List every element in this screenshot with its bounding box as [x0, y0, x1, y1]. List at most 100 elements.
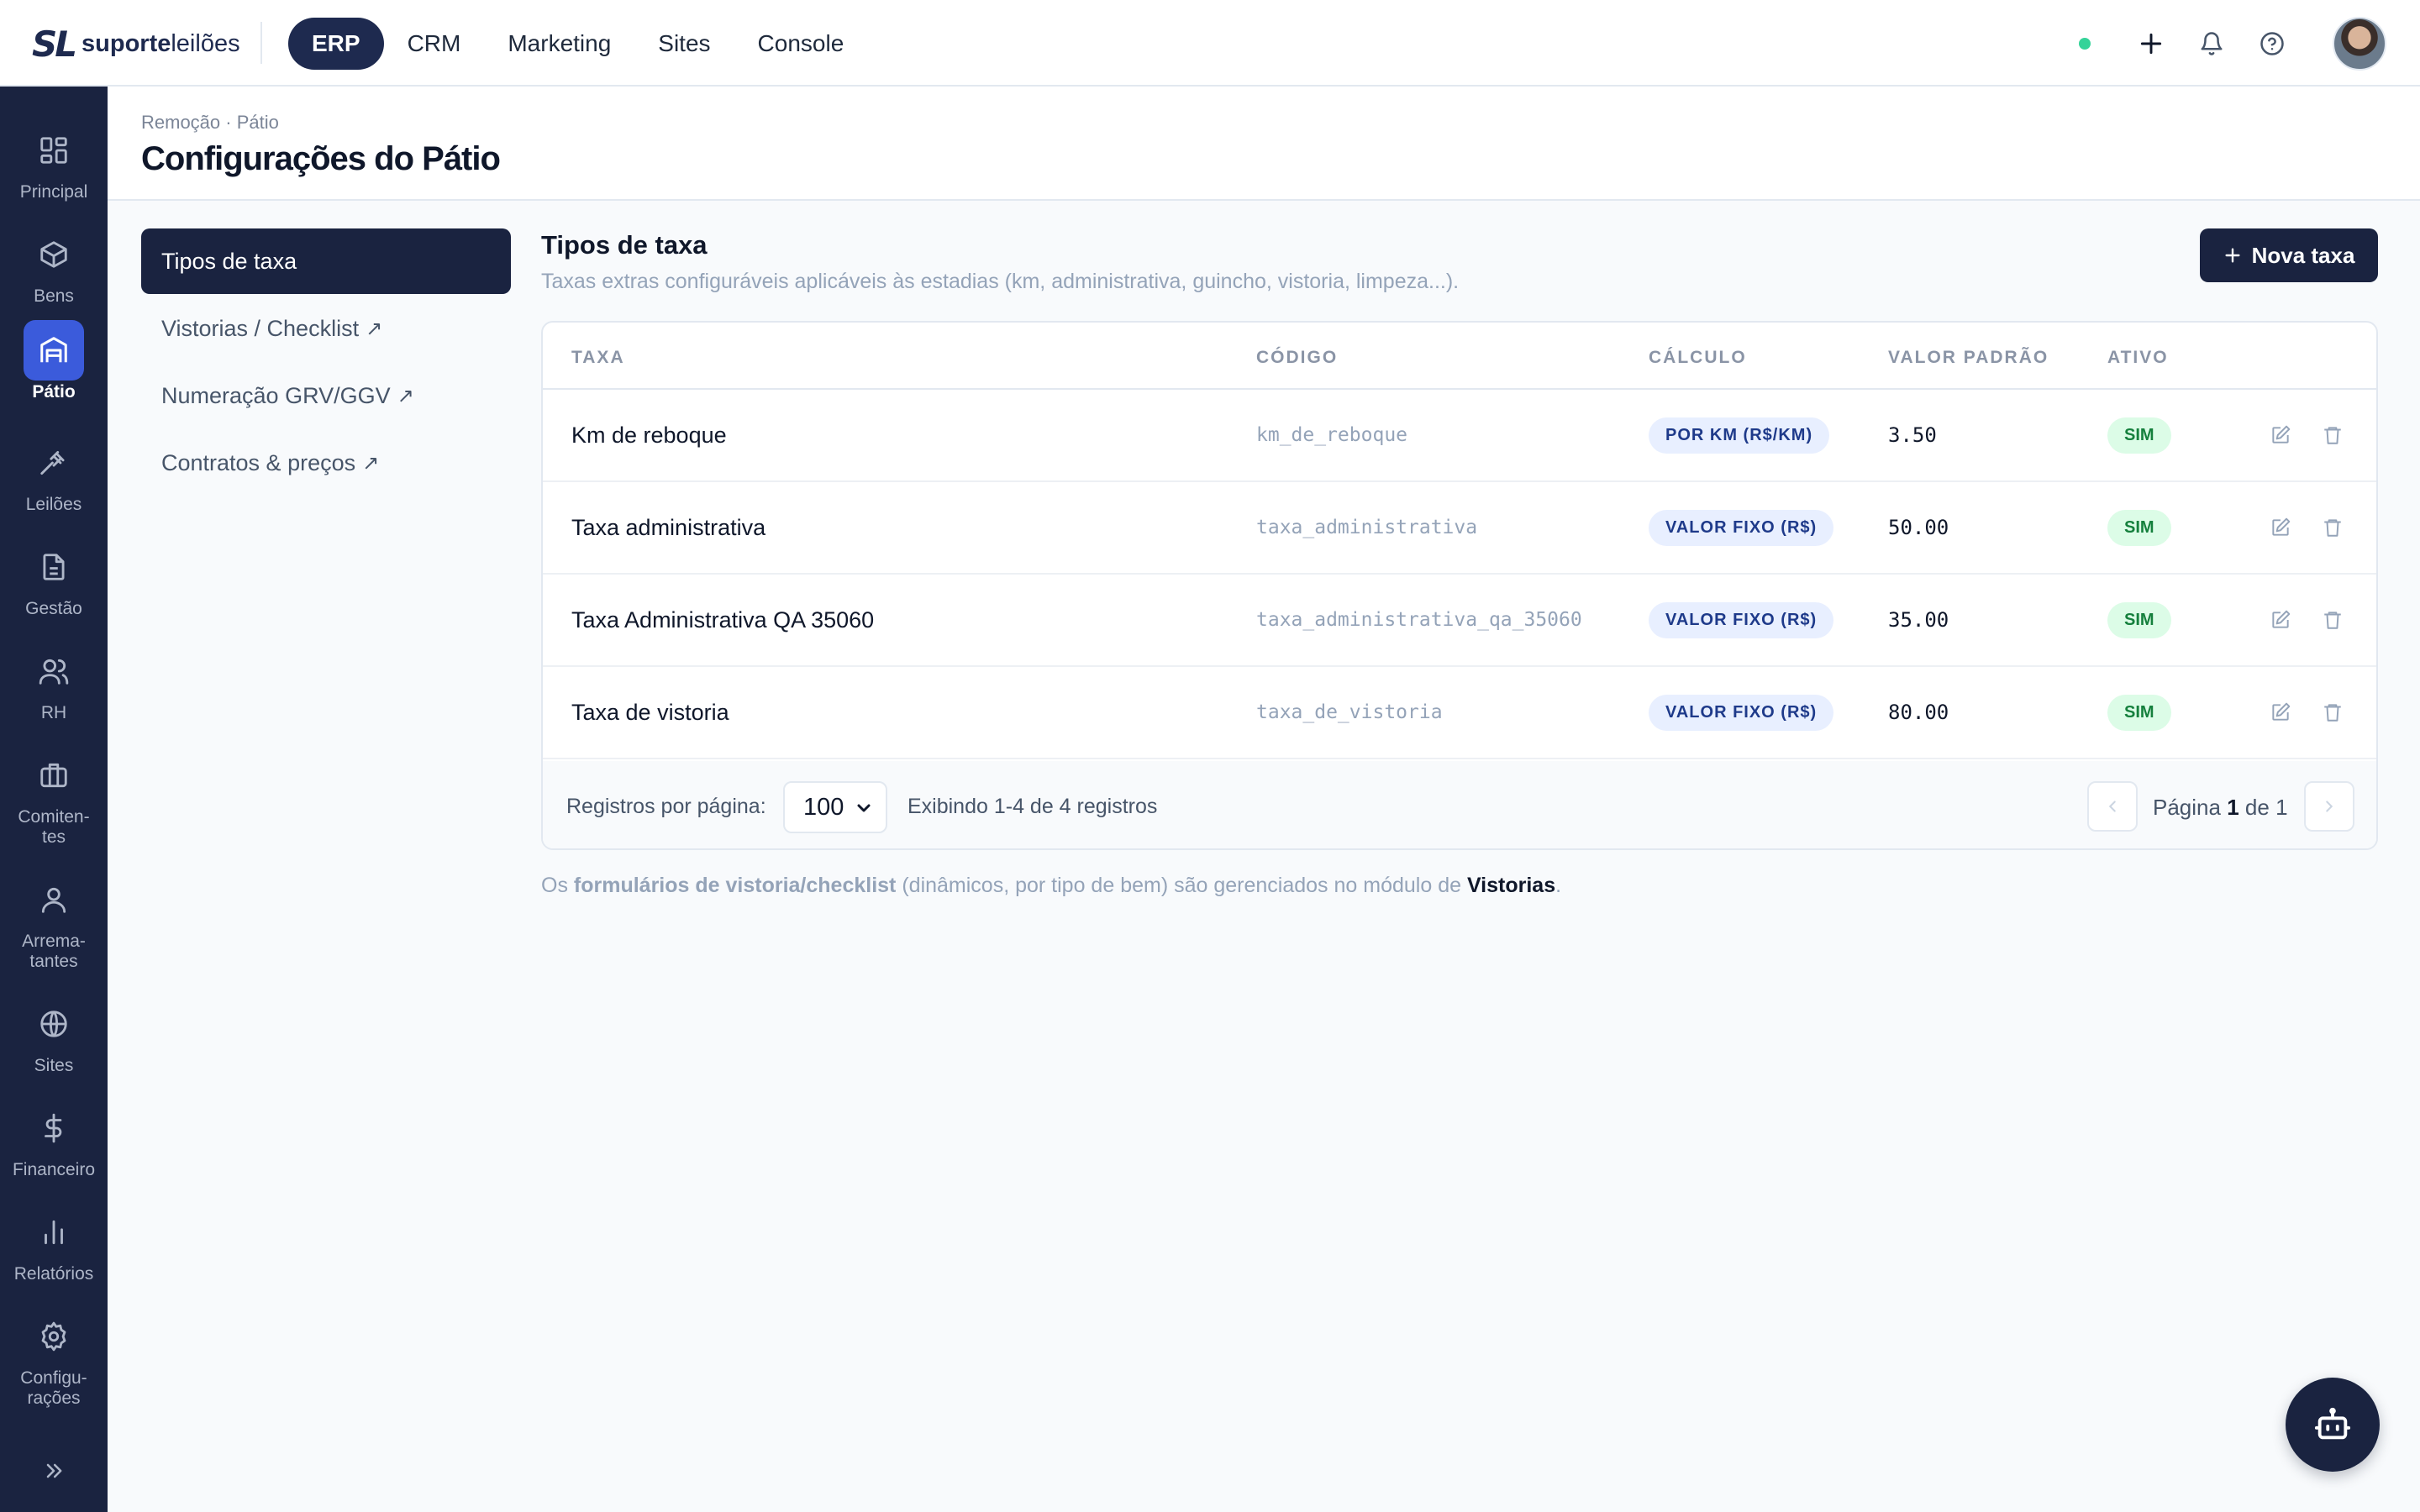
sidebar-item-leiloes[interactable]: Leilões	[0, 433, 108, 515]
sidebar-label: Principal	[19, 182, 88, 202]
table-header: TAXA CÓDIGO CÁLCULO VALOR PADRÃO ATIVO	[543, 323, 2376, 390]
cell-calculo: VALOR FIXO (R$)	[1649, 667, 1834, 758]
document-icon	[24, 537, 84, 597]
cell-codigo: km_de_reboque	[1256, 424, 1408, 446]
settings-nav-vistorias[interactable]: Vistorias / Checklist ↗	[141, 296, 511, 361]
user-avatar[interactable]	[2333, 17, 2386, 71]
settings-nav-contratos[interactable]: Contratos & preços ↗	[141, 430, 511, 496]
status-badge: SIM	[2107, 694, 2171, 731]
edit-icon[interactable]	[2267, 514, 2294, 541]
status-badge: SIM	[2107, 509, 2171, 546]
cell-codigo: taxa_de_vistoria	[1256, 701, 1443, 723]
sidebar-item-principal[interactable]: Principal	[0, 120, 108, 202]
settings-nav-label: Contratos & preços	[161, 449, 356, 475]
globe-icon	[24, 994, 84, 1054]
logo-text: suporteleilões	[82, 30, 240, 57]
topnav-sites[interactable]: Sites	[634, 18, 734, 70]
edit-icon[interactable]	[2267, 606, 2294, 633]
sidebar-item-arrematantes[interactable]: Arrema-tantes	[0, 869, 108, 972]
section-subtitle: Taxas extras configuráveis aplicáveis às…	[541, 270, 1460, 293]
cell-calculo: VALOR FIXO (R$)	[1649, 482, 1834, 573]
chevron-down-icon	[857, 804, 871, 812]
plus-icon	[2225, 248, 2240, 263]
sidebar-item-configuracoes[interactable]: Configu-rações	[0, 1306, 108, 1409]
cell-calculo: VALOR FIXO (R$)	[1649, 575, 1834, 665]
per-page-label: Registros por página:	[566, 795, 766, 818]
assistant-bot-button[interactable]	[2286, 1378, 2380, 1472]
trash-icon[interactable]	[2319, 422, 2346, 449]
bar-chart-icon	[24, 1202, 84, 1263]
cell-taxa: Taxa de vistoria	[571, 699, 729, 725]
top-bar: SL suporteleilões ERP CRM Marketing Site…	[0, 0, 2420, 87]
sidebar-item-rh[interactable]: RH	[0, 641, 108, 723]
plus-icon[interactable]	[2133, 25, 2170, 62]
top-nav: ERP CRM Marketing Sites Console	[288, 18, 867, 70]
next-page-button[interactable]	[2304, 781, 2354, 832]
vistorias-link[interactable]: Vistorias	[1467, 874, 1555, 897]
settings-nav: Tipos de taxa Vistorias / Checklist ↗ Nu…	[141, 228, 511, 497]
trash-icon[interactable]	[2319, 606, 2346, 633]
external-link-icon: ↗	[366, 317, 383, 340]
top-right-actions	[2079, 17, 2386, 71]
brand-logo[interactable]: SL suporteleilões	[32, 24, 240, 65]
external-link-icon: ↗	[362, 451, 380, 475]
calc-badge: VALOR FIXO (R$)	[1649, 601, 1834, 638]
edit-icon[interactable]	[2267, 422, 2294, 449]
briefcase-icon	[24, 745, 84, 806]
cell-valor: 3.50	[1888, 423, 1937, 447]
cell-valor: 80.00	[1888, 701, 1949, 724]
bell-icon[interactable]	[2193, 25, 2230, 62]
trash-icon[interactable]	[2319, 699, 2346, 726]
chevrons-right-icon[interactable]	[37, 1454, 71, 1488]
sidebar-item-bens[interactable]: Bens	[0, 224, 108, 307]
help-icon[interactable]	[2254, 25, 2291, 62]
sidebar-item-patio[interactable]: Pátio	[0, 320, 108, 402]
sidebar-label: Financeiro	[12, 1160, 96, 1179]
sidebar-item-relatorios[interactable]: Relatórios	[0, 1202, 108, 1284]
sidebar-label: Leilões	[25, 495, 82, 514]
topnav-erp[interactable]: ERP	[288, 18, 384, 70]
status-badge: SIM	[2107, 601, 2171, 638]
cell-ativo: SIM	[2107, 482, 2171, 573]
settings-nav-numeracao[interactable]: Numeração GRV/GGV ↗	[141, 363, 511, 428]
breadcrumb[interactable]: Remoção · Pátio	[141, 112, 279, 134]
page-indicator: Página 1 de 1	[2153, 795, 2288, 820]
sidebar-label: RH	[40, 703, 67, 722]
cell-ativo: SIM	[2107, 667, 2171, 758]
per-page-value: 100	[803, 793, 844, 821]
settings-nav-label: Vistorias / Checklist	[161, 315, 360, 341]
sidebar-item-financeiro[interactable]: Financeiro	[0, 1098, 108, 1180]
prev-page-button[interactable]	[2087, 781, 2138, 832]
sidebar-label: Configu-rações	[20, 1368, 87, 1408]
dollar-icon	[24, 1098, 84, 1158]
edit-icon[interactable]	[2267, 699, 2294, 726]
status-badge: SIM	[2107, 417, 2171, 454]
col-header-codigo: CÓDIGO	[1256, 348, 1339, 367]
dashboard-icon	[24, 120, 84, 181]
chevron-right-icon	[2326, 801, 2333, 812]
settings-nav-label: Tipos de taxa	[161, 248, 297, 274]
gavel-icon	[24, 433, 84, 493]
new-fee-button[interactable]: Nova taxa	[2200, 228, 2378, 282]
sidebar-item-sites[interactable]: Sites	[0, 994, 108, 1076]
table-row[interactable]: Taxa Administrativa QA 35060 taxa_admini…	[543, 575, 2376, 667]
sidebar-item-comitentes[interactable]: Comiten-tes	[0, 745, 108, 848]
row-actions	[2267, 575, 2346, 665]
trash-icon[interactable]	[2319, 514, 2346, 541]
table-row[interactable]: Taxa de vistoria taxa_de_vistoria VALOR …	[543, 667, 2376, 759]
table-row[interactable]: Taxa administrativa taxa_administrativa …	[543, 482, 2376, 575]
cell-codigo: taxa_administrativa_qa_35060	[1256, 609, 1582, 631]
logo-divider	[260, 22, 262, 64]
cell-ativo: SIM	[2107, 390, 2171, 480]
row-actions	[2267, 390, 2346, 480]
sidebar-label: Arrema-tantes	[22, 932, 86, 971]
sidebar-item-gestao[interactable]: Gestão	[0, 537, 108, 619]
topnav-marketing[interactable]: Marketing	[484, 18, 634, 70]
settings-nav-label: Numeração GRV/GGV	[161, 382, 391, 408]
topnav-console[interactable]: Console	[734, 18, 868, 70]
table-row[interactable]: Km de reboque km_de_reboque POR KM (R$/K…	[543, 390, 2376, 482]
per-page-select[interactable]: 100	[783, 781, 887, 833]
topnav-crm[interactable]: CRM	[384, 18, 485, 70]
settings-nav-tipos-de-taxa[interactable]: Tipos de taxa	[141, 228, 511, 294]
cell-taxa: Km de reboque	[571, 422, 727, 448]
